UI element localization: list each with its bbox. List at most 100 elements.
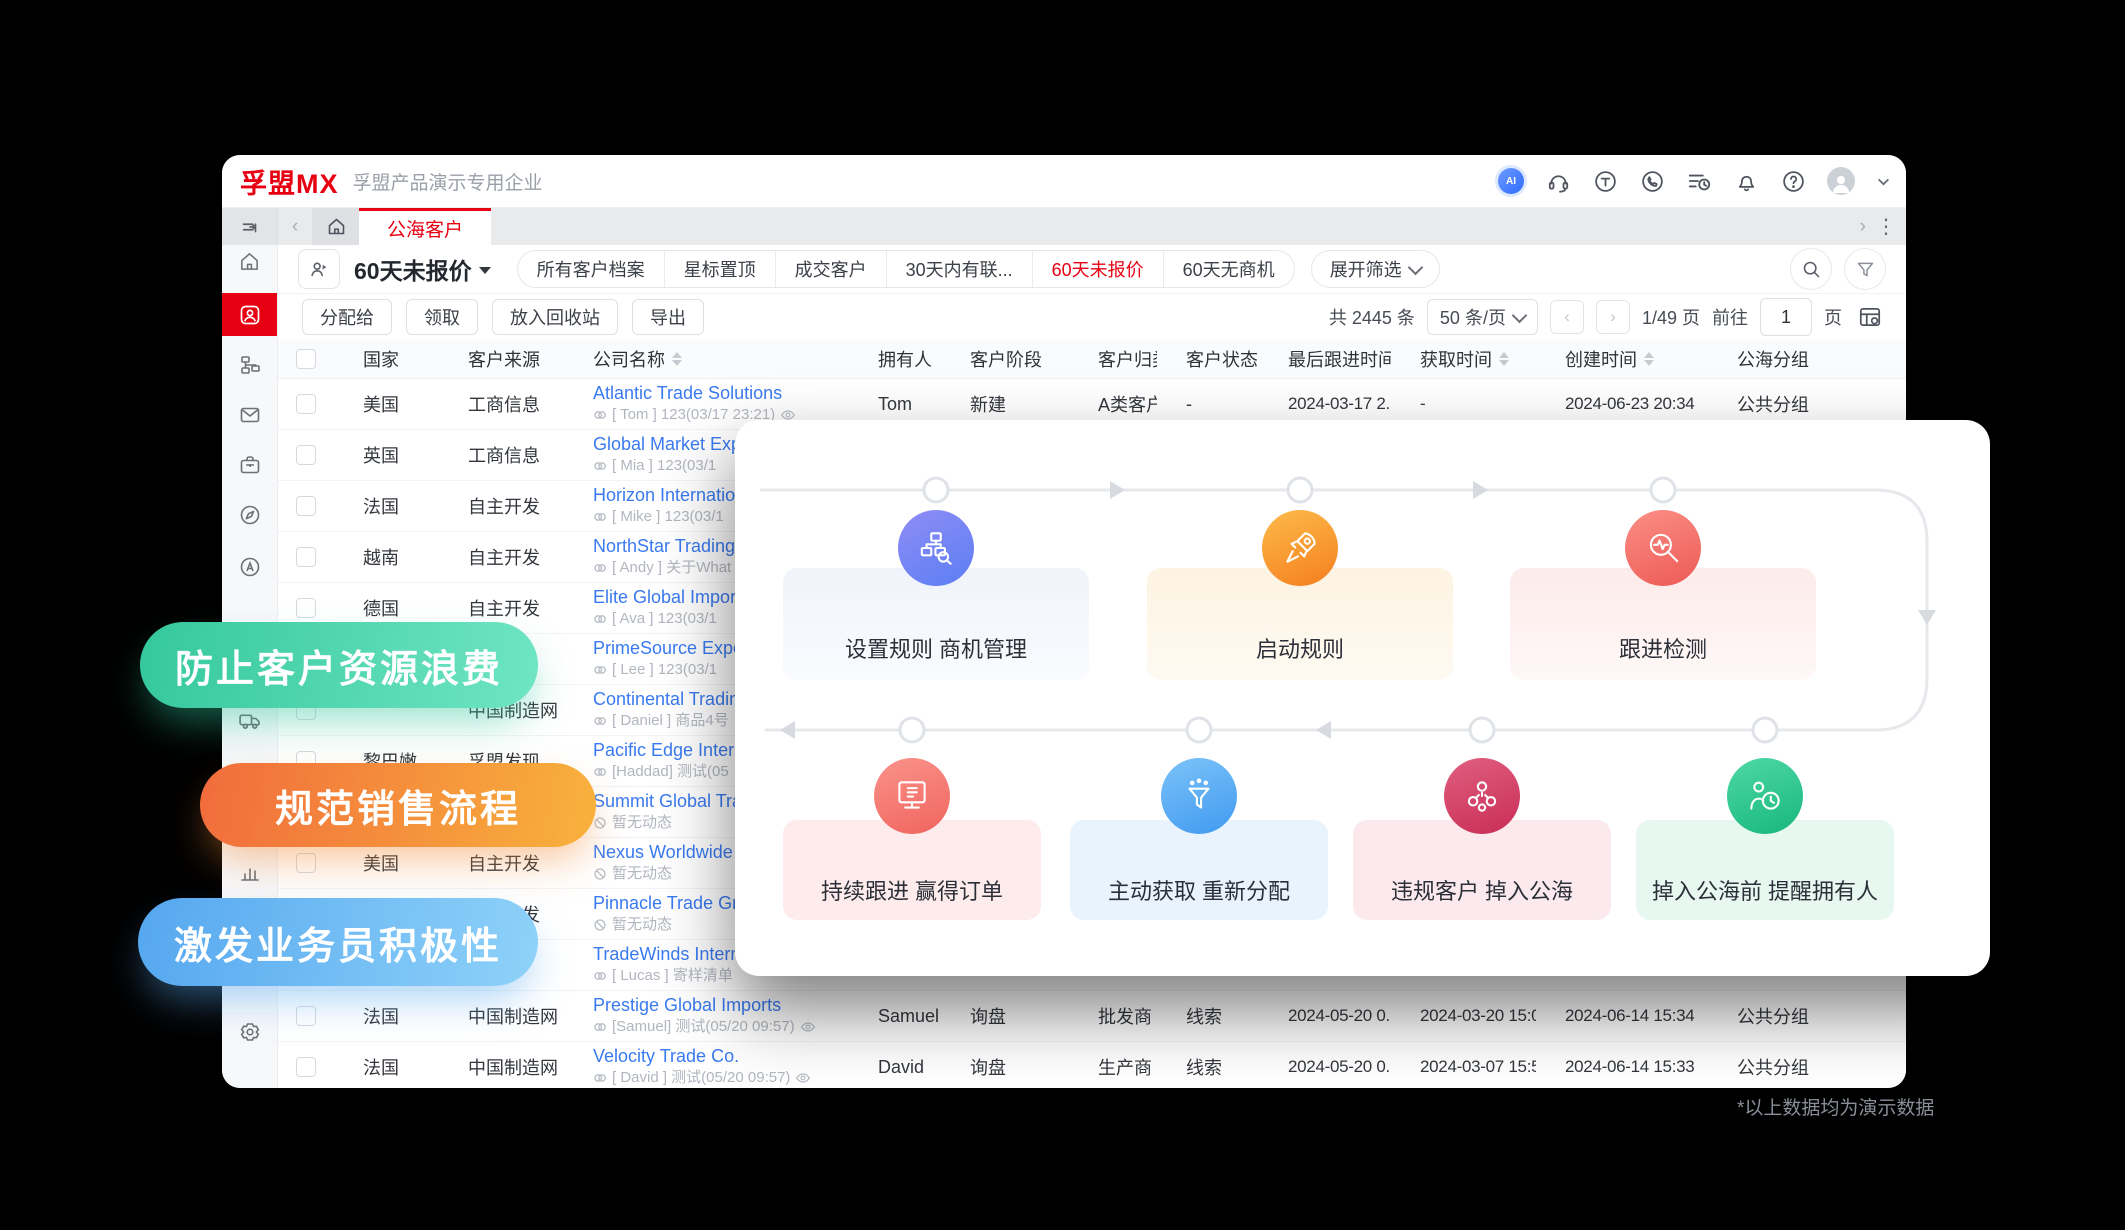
company-link[interactable]: Pinnacle Trade Gro: [593, 894, 748, 914]
translate-icon[interactable]: [1592, 168, 1618, 194]
tab-more-icon[interactable]: ⋮: [1876, 217, 1896, 237]
table-row[interactable]: 法国 中国制造网 Velocity Trade Co. [ David ] 测试(05…: [278, 1042, 1906, 1088]
page-size-select[interactable]: 50 条/页: [1426, 299, 1538, 335]
sidebar-item-report-icon[interactable]: [237, 859, 263, 885]
view-title-dropdown[interactable]: 60天未报价: [354, 252, 491, 286]
filter-tab-group: 所有客户档案 星标置顶 成交客户 30天内有联... 60天未报价 60天无商机: [516, 250, 1295, 288]
cell-country: 英国: [363, 446, 399, 466]
sidebar-item-ai-icon[interactable]: [237, 554, 263, 580]
ai-assistant-icon[interactable]: AI: [1498, 168, 1524, 194]
table-row[interactable]: 法国 中国制造网 Prestige Global Imports [Samuel] 测…: [278, 991, 1906, 1042]
view-switch-button[interactable]: [298, 249, 340, 289]
row-checkbox[interactable]: [296, 547, 316, 567]
filter-button[interactable]: [1844, 248, 1886, 290]
company-link[interactable]: Velocity Trade Co.: [593, 1047, 739, 1067]
row-checkbox[interactable]: [296, 853, 316, 873]
activity-text: [ Mike ] 123(03/1: [612, 508, 724, 526]
row-checkbox[interactable]: [296, 1006, 316, 1026]
whatsapp-icon[interactable]: [1639, 168, 1665, 194]
company-link[interactable]: Continental Trading: [593, 690, 749, 710]
filter-tab-60天未报价[interactable]: 60天未报价: [1033, 251, 1164, 287]
company-link[interactable]: Nexus Worldwide E: [593, 843, 750, 863]
filter-tab-30天内有联...[interactable]: 30天内有联...: [887, 251, 1033, 287]
column-settings-icon[interactable]: [1854, 301, 1886, 333]
sidebar-item-mail-icon[interactable]: [237, 402, 263, 428]
sidebar-collapse-icon[interactable]: [222, 208, 278, 245]
chevron-down-icon[interactable]: [1876, 168, 1890, 194]
filter-tab-60天无商机[interactable]: 60天无商机: [1164, 251, 1294, 287]
recycle-bin-button[interactable]: 放入回收站: [492, 299, 618, 335]
cell-country: 美国: [363, 395, 399, 415]
link-icon: [593, 408, 607, 422]
home-tab-icon[interactable]: [313, 208, 359, 245]
flow-step-label: 掉入公海前 提醒拥有人: [1651, 879, 1879, 904]
company-link[interactable]: PrimeSource Export: [593, 639, 754, 659]
sidebar-item-logistics-icon[interactable]: [237, 707, 263, 733]
row-checkbox[interactable]: [296, 598, 316, 618]
page-unit: 页: [1824, 308, 1842, 328]
tab-forward-icon[interactable]: ›: [1860, 216, 1866, 238]
sort-icon[interactable]: [672, 352, 682, 366]
avatar[interactable]: [1827, 167, 1855, 195]
row-checkbox[interactable]: [296, 496, 316, 516]
company-activity: [ Lee ] 123(03/1: [593, 662, 717, 679]
sidebar-item-home[interactable]: [237, 248, 263, 274]
cell-create-time: 2024-06-14 15:33: [1565, 1057, 1695, 1076]
sidebar-item-customers[interactable]: [222, 293, 277, 336]
activity-text: 暂无动态: [612, 814, 673, 832]
search-button[interactable]: [1790, 248, 1832, 290]
header-checkbox-cell: [278, 349, 334, 369]
row-checkbox[interactable]: [296, 394, 316, 414]
sidebar-item-briefcase-icon[interactable]: [237, 452, 263, 478]
expand-filter-button[interactable]: 展开筛选: [1310, 250, 1440, 288]
company-link[interactable]: TradeWinds Interna: [593, 945, 750, 965]
claim-button[interactable]: 领取: [406, 299, 478, 335]
filter-tab-所有客户档案[interactable]: 所有客户档案: [518, 251, 665, 287]
row-checkbox-cell: [278, 853, 334, 873]
sort-icon[interactable]: [1499, 352, 1509, 366]
link-icon: [593, 612, 607, 626]
flow-step-label: 跟进检测: [1618, 637, 1707, 662]
column-label: 获取时间: [1420, 350, 1492, 370]
bell-icon[interactable]: [1733, 168, 1759, 194]
company-link[interactable]: Global Market Expo: [593, 435, 751, 455]
next-page-button[interactable]: ›: [1595, 300, 1630, 334]
cell-source: 自主开发: [468, 548, 540, 568]
eye-icon[interactable]: [795, 1070, 811, 1086]
company-activity: 暂无动态: [593, 917, 672, 934]
company-link[interactable]: Prestige Global Imports: [593, 996, 781, 1016]
eye-icon[interactable]: [800, 1019, 816, 1035]
sort-icon[interactable]: [1644, 352, 1654, 366]
filter-tab-成交客户[interactable]: 成交客户: [776, 251, 887, 287]
follow-list-icon[interactable]: [1686, 168, 1712, 194]
tab-back-icon[interactable]: ‹: [278, 208, 313, 245]
prev-page-button[interactable]: ‹: [1549, 300, 1584, 334]
company-link[interactable]: Elite Global Imports: [593, 588, 750, 608]
company-link[interactable]: Horizon Internationa: [593, 486, 755, 506]
company-link[interactable]: Summit Global Trad: [593, 792, 752, 812]
link-icon: [593, 969, 607, 983]
user-group-icon: [1444, 758, 1520, 834]
help-icon[interactable]: [1780, 168, 1806, 194]
company-link[interactable]: NorthStar Trading C: [593, 537, 753, 557]
sidebar-item-org-icon[interactable]: [237, 352, 263, 378]
tab-bar: ‹ 公海客户 › ⋮: [222, 208, 1906, 245]
sidebar-item-settings-icon[interactable]: [237, 1019, 263, 1045]
link-icon: [593, 663, 607, 677]
column-header: 公司名称: [564, 346, 849, 372]
headset-icon[interactable]: [1545, 168, 1571, 194]
row-checkbox[interactable]: [296, 1057, 316, 1077]
export-button[interactable]: 导出: [632, 299, 704, 335]
select-all-checkbox[interactable]: [296, 349, 316, 369]
sidebar-item-compass-icon[interactable]: [237, 502, 263, 528]
row-checkbox[interactable]: [296, 445, 316, 465]
column-header: 客户归类: [1069, 346, 1157, 372]
tab-public-sea-customers[interactable]: 公海客户: [359, 208, 491, 245]
flow-step-card: 违规客户 掉入公海: [1353, 758, 1611, 920]
company-link[interactable]: Atlantic Trade Solutions: [593, 384, 782, 404]
goto-page-input[interactable]: [1760, 298, 1812, 336]
benefit-pill-orange: 规范销售流程: [200, 763, 596, 847]
filter-tab-星标置顶[interactable]: 星标置顶: [665, 251, 776, 287]
company-link[interactable]: Pacific Edge Interna: [593, 741, 754, 761]
assign-to-button[interactable]: 分配给: [302, 299, 392, 335]
